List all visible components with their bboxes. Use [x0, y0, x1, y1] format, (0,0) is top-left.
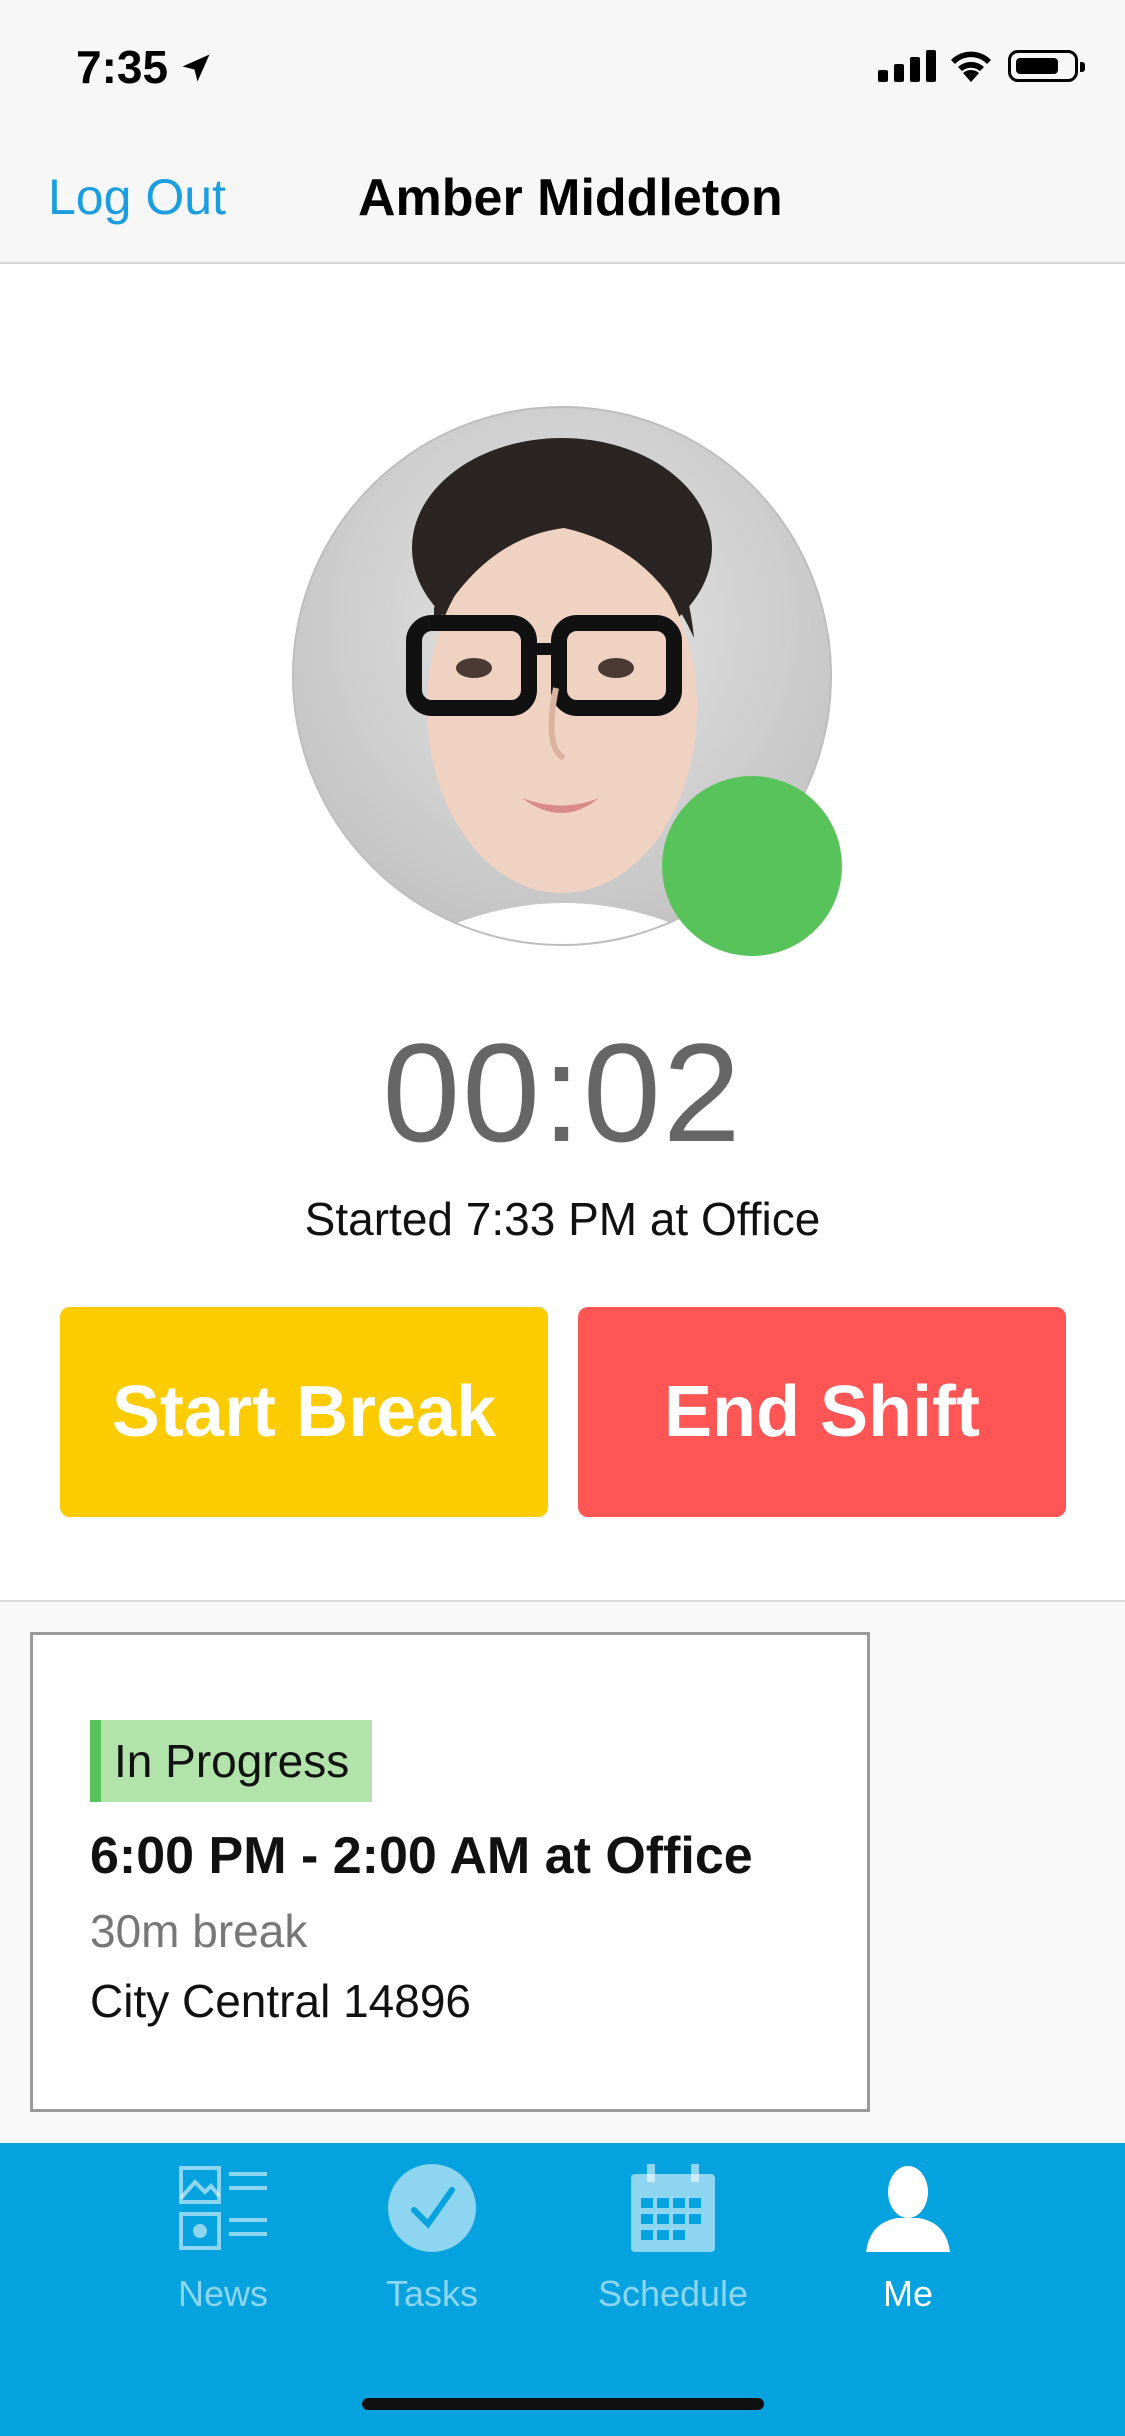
shift-started-text: Started 7:33 PM at Office [304, 1193, 821, 1245]
tab-tasks-label: Tasks [385, 2273, 479, 2314]
shift-break: 30m break [90, 1905, 308, 1957]
shift-location: City Central 14896 [90, 1975, 471, 2027]
news-icon [179, 2166, 267, 2250]
tab-news-label: News [177, 2273, 269, 2314]
location-arrow-icon [182, 54, 210, 82]
start-break-button[interactable]: Start Break [60, 1307, 548, 1517]
calendar-icon [631, 2164, 715, 2252]
shift-timer: 00:02 [382, 1014, 743, 1171]
status-time: 7:35 [76, 41, 169, 93]
logout-button[interactable]: Log Out [48, 168, 226, 226]
tab-me-label: Me [882, 2273, 933, 2314]
page-title: Amber Middleton [358, 169, 783, 227]
tasks-check-icon [388, 2164, 476, 2252]
end-shift-button[interactable]: End Shift [578, 1307, 1066, 1517]
status-badge-label: In Progress [114, 1735, 350, 1787]
battery-icon [1008, 50, 1085, 82]
tab-news[interactable]: News [158, 2160, 288, 2315]
cellular-signal-icon [878, 50, 942, 82]
tab-schedule-label: Schedule [597, 2273, 749, 2314]
wifi-icon [951, 51, 991, 82]
online-status-indicator [662, 776, 842, 956]
shift-time-range: 6:00 PM - 2:00 AM at Office [90, 1827, 753, 1885]
tab-me[interactable]: Me [858, 2160, 958, 2315]
tab-schedule[interactable]: Schedule [588, 2160, 758, 2315]
person-icon [866, 2166, 950, 2252]
home-indicator[interactable] [362, 2398, 764, 2410]
tab-tasks[interactable]: Tasks [372, 2160, 492, 2315]
